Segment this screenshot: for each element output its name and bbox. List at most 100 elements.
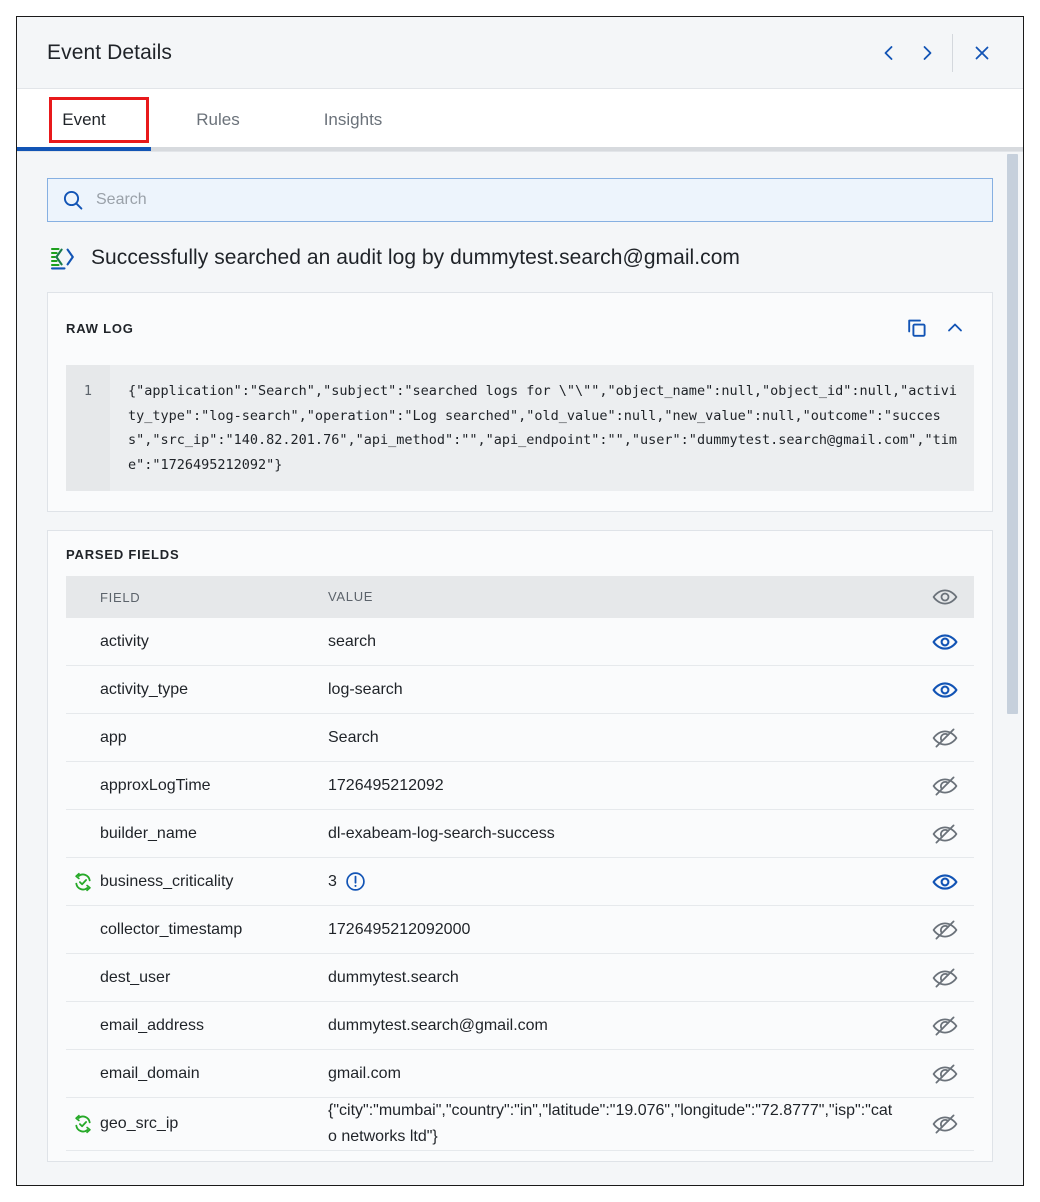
- page-title: Event Details: [47, 40, 173, 64]
- table-row: business_criticality 3: [66, 858, 974, 906]
- close-panel-button[interactable]: [963, 34, 1001, 72]
- row-visibility-toggle[interactable]: [916, 677, 974, 703]
- enriched-field-icon: [75, 872, 91, 891]
- row-field-value: 1726495212092000: [328, 917, 916, 943]
- copy-raw-log-button[interactable]: [898, 309, 936, 347]
- panel-titlebar: Event Details: [17, 17, 1023, 89]
- eye-off-icon: [932, 968, 958, 987]
- row-value-text: 1726495212092: [328, 776, 444, 794]
- raw-log-content: {"application":"Search","subject":"searc…: [128, 383, 958, 473]
- event-headline-text: Successfully searched an audit log by du…: [91, 246, 740, 269]
- row-value-text: search: [328, 632, 377, 650]
- event-details-panel: Event Details Event Rules Insights Searc…: [16, 16, 1024, 1186]
- row-value-text: log-search: [328, 680, 403, 698]
- table-row: approxLogTime 1726495212092: [66, 762, 974, 810]
- tab-insights-label: Insights: [323, 110, 383, 129]
- tab-bar-filler: [421, 89, 1023, 151]
- row-visibility-toggle[interactable]: [916, 869, 974, 895]
- row-visibility-toggle[interactable]: [916, 965, 974, 991]
- log-code-icon: [50, 247, 74, 270]
- eye-icon: [932, 589, 958, 605]
- row-value-text: dummytest.search: [328, 968, 459, 986]
- row-enrich-indicator: [66, 1114, 100, 1134]
- row-field-value: log-search: [328, 677, 916, 703]
- tab-event-label: Event: [62, 110, 106, 129]
- table-row: app Search: [66, 714, 974, 762]
- parsed-fields-card: PARSED FIELDS FIELD VALUE activity searc…: [47, 530, 993, 1162]
- table-row: email_address dummytest.search@gmail.com: [66, 1002, 974, 1050]
- next-event-button[interactable]: [908, 34, 946, 72]
- search-input[interactable]: [96, 191, 978, 209]
- titlebar-actions: [870, 33, 1001, 72]
- raw-log-line-number: 1: [66, 365, 110, 491]
- row-visibility-toggle[interactable]: [916, 773, 974, 799]
- row-value-text: dummytest.search@gmail.com: [328, 1016, 548, 1034]
- copy-icon: [908, 319, 926, 337]
- parsed-fields-header: PARSED FIELDS: [48, 531, 992, 572]
- table-row: geo_src_ip {"city":"mumbai","country":"in…: [66, 1098, 974, 1151]
- column-header-field: FIELD: [100, 589, 141, 605]
- info-icon[interactable]: [345, 871, 366, 892]
- row-visibility-toggle[interactable]: [916, 917, 974, 943]
- tab-rules-label: Rules: [196, 110, 240, 129]
- row-visibility-toggle[interactable]: [916, 629, 974, 655]
- row-value-text: gmail.com: [328, 1064, 401, 1082]
- row-field-name: activity_type: [100, 680, 189, 698]
- row-visibility-toggle[interactable]: [916, 725, 974, 751]
- eye-icon: [932, 681, 958, 698]
- tab-insights[interactable]: Insights: [285, 89, 421, 151]
- row-visibility-toggle[interactable]: [916, 821, 974, 847]
- row-field-name: email_address: [100, 1016, 205, 1034]
- panel-body: Successfully searched an audit log by du…: [17, 151, 1023, 1185]
- eye-icon: [932, 633, 958, 650]
- parsed-fields-title: PARSED FIELDS: [66, 547, 180, 562]
- eye-off-icon: [932, 776, 958, 795]
- row-field-name: collector_timestamp: [100, 920, 243, 938]
- table-header-row: FIELD VALUE: [66, 576, 974, 618]
- row-value-text: 1726495212092000: [328, 920, 471, 938]
- collapse-raw-log-button[interactable]: [936, 309, 974, 347]
- row-visibility-toggle[interactable]: [916, 1111, 974, 1137]
- scroll-content: Successfully searched an audit log by du…: [17, 152, 1023, 1185]
- eye-icon: [932, 873, 958, 890]
- row-field-name: email_domain: [100, 1064, 200, 1082]
- column-header-value: VALUE: [328, 589, 374, 604]
- row-field-name: app: [100, 728, 127, 746]
- table-row: activity_type log-search: [66, 666, 974, 714]
- table-row: builder_name dl-exabeam-log-search-succes…: [66, 810, 974, 858]
- row-field-name: business_criticality: [100, 872, 234, 890]
- row-field-name: activity: [100, 632, 149, 650]
- eye-off-icon: [932, 1064, 958, 1083]
- eye-off-icon: [932, 920, 958, 939]
- scrollbar-track[interactable]: [1007, 152, 1021, 1185]
- previous-event-button[interactable]: [870, 34, 908, 72]
- tab-rules[interactable]: Rules: [151, 89, 285, 151]
- chevron-right-icon: [923, 45, 932, 60]
- raw-log-header: RAW LOG: [48, 293, 992, 357]
- row-field-value: dl-exabeam-log-search-success: [328, 821, 916, 847]
- eye-off-icon: [932, 824, 958, 843]
- row-visibility-toggle[interactable]: [916, 1013, 974, 1039]
- eye-off-icon: [932, 1016, 958, 1035]
- search-box[interactable]: [47, 178, 993, 222]
- enriched-field-icon: [75, 1114, 91, 1134]
- scrollbar-thumb[interactable]: [1007, 154, 1018, 714]
- row-field-name: approxLogTime: [100, 776, 211, 794]
- raw-log-body: 1 {"application":"Search","subject":"sea…: [66, 365, 974, 491]
- table-row: activity search: [66, 618, 974, 666]
- row-field-value: 3: [328, 869, 916, 895]
- table-row: collector_timestamp 1726495212092000: [66, 906, 974, 954]
- table-row: dest_user dummytest.search: [66, 954, 974, 1002]
- row-field-value: dummytest.search@gmail.com: [328, 1013, 916, 1039]
- row-value-text: 3: [328, 872, 337, 890]
- titlebar-divider: [952, 33, 953, 72]
- row-visibility-toggle[interactable]: [916, 1061, 974, 1087]
- row-field-value: search: [328, 629, 916, 655]
- event-headline: Successfully searched an audit log by du…: [47, 244, 993, 272]
- chevron-left-icon: [884, 45, 893, 60]
- table-row: email_domain gmail.com: [66, 1050, 974, 1098]
- tab-event[interactable]: Event: [17, 89, 151, 151]
- toggle-all-visibility-button[interactable]: [916, 584, 974, 610]
- row-value-text: dl-exabeam-log-search-success: [328, 824, 555, 842]
- close-icon: [975, 46, 989, 59]
